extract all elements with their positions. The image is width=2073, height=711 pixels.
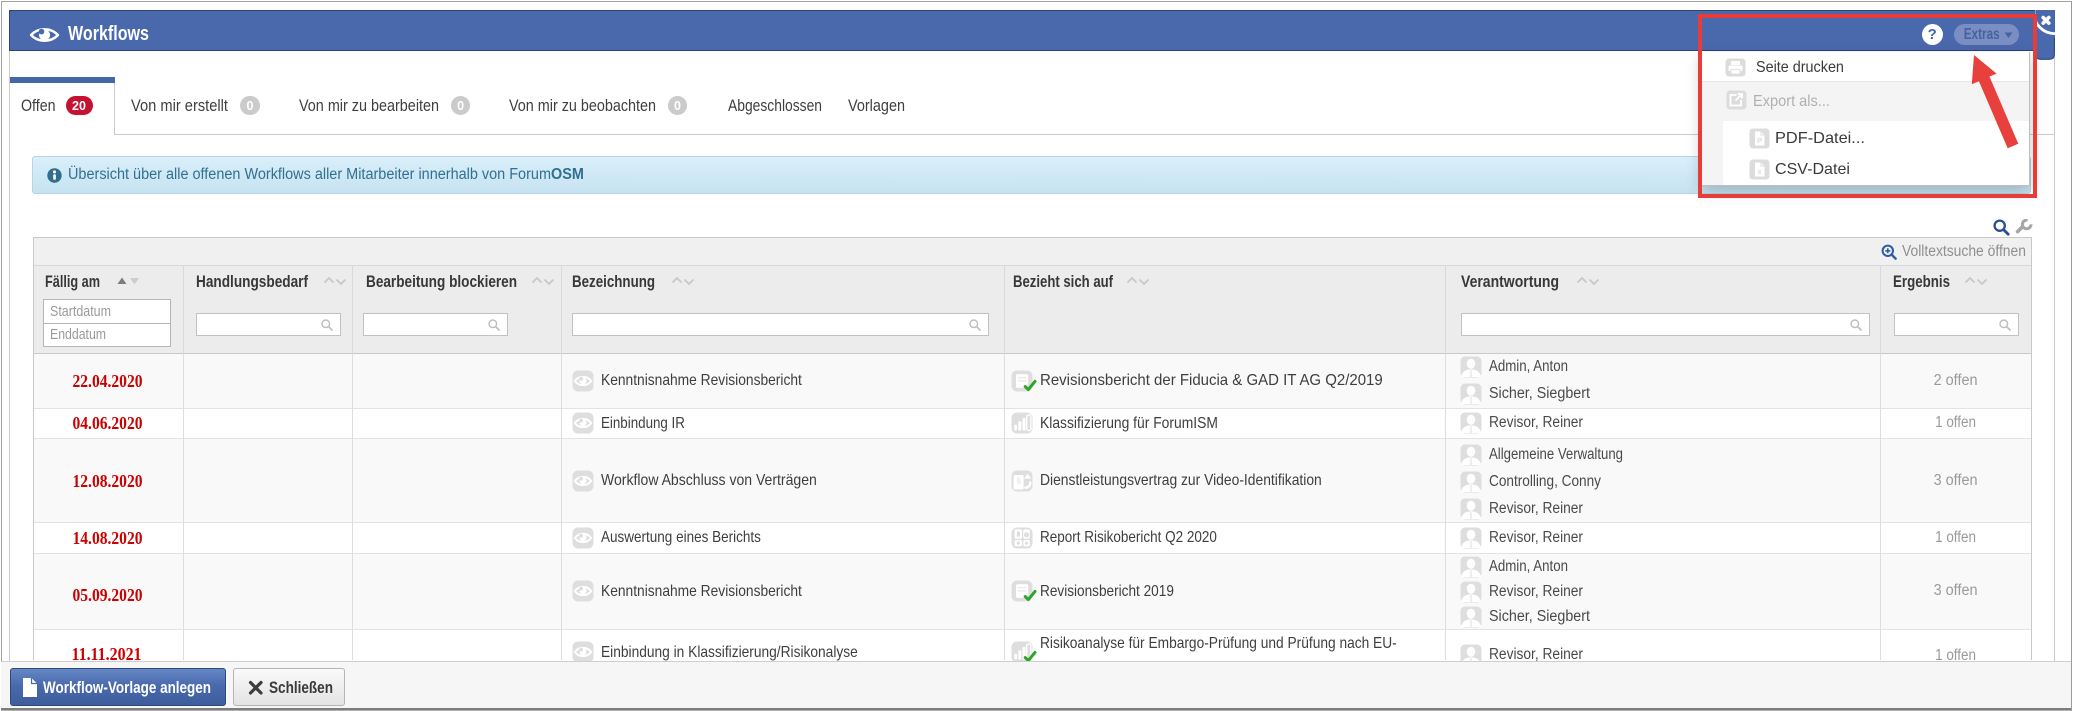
svg-text:§: § <box>1016 476 1020 485</box>
